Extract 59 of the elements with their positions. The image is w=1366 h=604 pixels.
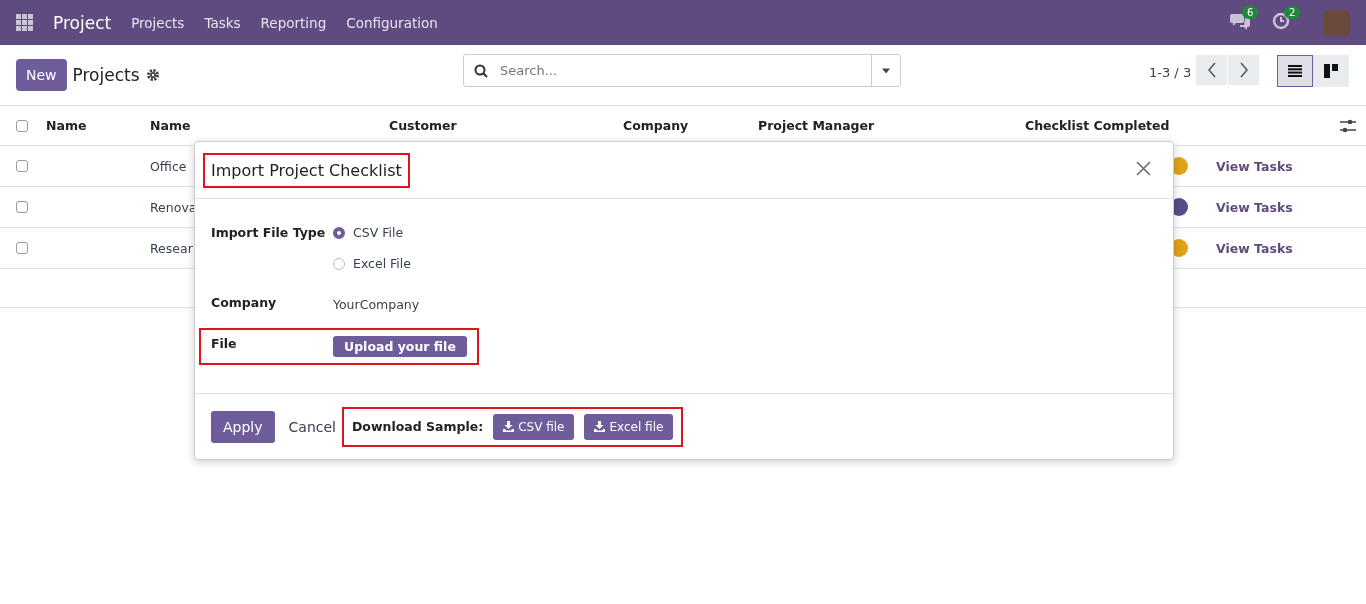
search-field[interactable]: Search... xyxy=(463,54,901,87)
row-checkbox[interactable] xyxy=(16,201,28,213)
menu-item[interactable]: Reporting xyxy=(260,14,327,31)
upload-button[interactable]: Upload your file xyxy=(333,336,467,357)
download-label: Download Sample: xyxy=(351,419,484,434)
column-header[interactable]: Checklist Completed xyxy=(1025,118,1170,133)
menu-item[interactable]: Configuration xyxy=(346,14,438,31)
download-button[interactable]: CSV file xyxy=(493,413,575,440)
pager-text: 1-3 / 3 xyxy=(1149,65,1192,80)
cancel-button[interactable]: Cancel xyxy=(288,410,336,443)
apply-button[interactable]: Apply xyxy=(211,410,275,443)
column-header[interactable]: Name xyxy=(46,118,87,133)
field-label: Import File Type xyxy=(211,225,327,240)
radio-label[interactable]: Excel File xyxy=(353,256,411,271)
next-button[interactable] xyxy=(1228,55,1259,85)
list-view-button[interactable] xyxy=(1277,55,1313,87)
caret-icon[interactable] xyxy=(882,67,890,74)
chevron-left-icon xyxy=(1206,62,1217,78)
table-cell: Resear xyxy=(150,240,193,256)
gear-icon[interactable] xyxy=(145,68,160,82)
previous-button[interactable] xyxy=(1196,55,1227,85)
radio-label[interactable]: CSV File xyxy=(353,225,404,240)
column-header[interactable]: Project Manager xyxy=(758,118,875,133)
field-label: File xyxy=(211,336,238,351)
page-title: Projects xyxy=(72,65,140,85)
menu-item[interactable]: Tasks xyxy=(204,14,241,31)
view-tasks-link[interactable]: View Tasks xyxy=(1216,158,1293,174)
new-button[interactable]: New xyxy=(16,59,67,91)
search-icon xyxy=(474,63,488,78)
kanban-view-icon xyxy=(1324,64,1338,78)
row-checkbox[interactable] xyxy=(16,242,28,254)
view-tasks-link[interactable]: View Tasks xyxy=(1216,240,1293,256)
app-name[interactable]: Project xyxy=(53,12,112,33)
column-header[interactable]: Customer xyxy=(389,118,457,133)
row-checkbox[interactable] xyxy=(16,160,28,172)
select-all-checkbox[interactable] xyxy=(16,119,28,132)
dialog-title: Import Project Checklist xyxy=(205,154,408,186)
search-input[interactable]: Search... xyxy=(498,62,871,79)
download-icon xyxy=(503,421,515,432)
list-view-icon xyxy=(1288,65,1302,77)
app-grid-icon[interactable] xyxy=(16,14,33,31)
clock-icon[interactable] xyxy=(1272,11,1290,30)
field-value: YourCompany xyxy=(333,296,421,312)
field-label: Company xyxy=(211,295,278,310)
kanban-view-button[interactable] xyxy=(1313,55,1349,87)
radio-button[interactable] xyxy=(333,226,345,239)
view-tasks-link[interactable]: View Tasks xyxy=(1216,199,1293,215)
message-count-badge: 6 xyxy=(1242,5,1259,19)
chevron-right-icon xyxy=(1238,62,1249,78)
download-button[interactable]: Excel file xyxy=(584,413,674,440)
table-cell: Office xyxy=(150,158,187,174)
column-header[interactable]: Company xyxy=(623,118,689,133)
column-header[interactable]: Name xyxy=(150,118,191,133)
table-cell: Renova xyxy=(150,199,197,215)
close-icon xyxy=(1136,161,1151,176)
column-settings-icon[interactable] xyxy=(1340,118,1356,133)
menu-item[interactable]: Projects xyxy=(131,14,185,31)
activity-count-badge: 2 xyxy=(1284,5,1301,19)
download-icon xyxy=(594,421,606,432)
